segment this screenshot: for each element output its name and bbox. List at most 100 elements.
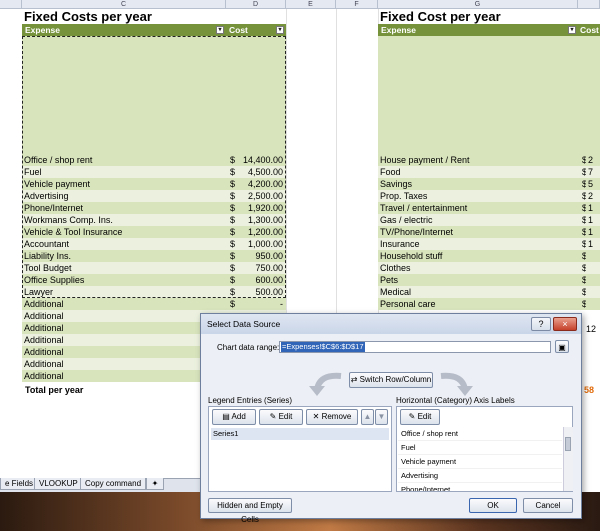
left-expense-cell[interactable]: Office / shop rent — [22, 154, 226, 166]
left-expense-cell[interactable]: Additional — [22, 298, 226, 310]
left-expense-cell[interactable]: Additional — [22, 358, 226, 370]
move-down-icon[interactable]: ▼ — [375, 409, 388, 425]
left-currency-cell[interactable]: $ — [226, 166, 236, 178]
right-expense-cell[interactable]: Food — [378, 166, 578, 178]
left-currency-cell[interactable]: $ — [226, 202, 236, 214]
right-cost-cell[interactable] — [586, 262, 600, 274]
left-cost-cell[interactable]: 950.00 — [236, 250, 286, 262]
left-cost-cell[interactable]: 1,920.00 — [236, 202, 286, 214]
left-cost-cell[interactable]: 1,200.00 — [236, 226, 286, 238]
collapse-range-icon[interactable]: ▣ — [555, 340, 569, 353]
right-expense-cell[interactable]: Gas / electric — [378, 214, 578, 226]
right-currency-cell[interactable]: $ — [578, 262, 586, 274]
sheet-tab-vlookup[interactable]: VLOOKUP — [34, 478, 83, 490]
right-cost-cell[interactable]: 1 — [586, 202, 600, 214]
left-expense-cell[interactable]: Liability Ins. — [22, 250, 226, 262]
left-expense-cell[interactable]: Lawyer — [22, 286, 226, 298]
edit-series-button[interactable]: ✎ Edit — [259, 409, 303, 425]
left-cost-cell[interactable]: 14,400.00 — [236, 154, 286, 166]
right-expense-cell[interactable]: Personal care — [378, 298, 578, 310]
chart-range-input[interactable]: =Expenses!$C$6:$D$17 — [279, 341, 551, 353]
right-cost-cell[interactable] — [586, 250, 600, 262]
left-cost-cell[interactable]: 4,500.00 — [236, 166, 286, 178]
sheet-tab-copy-command[interactable]: Copy command — [80, 478, 147, 490]
right-currency-cell[interactable]: $ — [578, 238, 586, 250]
help-button[interactable]: ? — [531, 317, 551, 331]
scrollbar-thumb[interactable] — [565, 437, 571, 451]
ok-button[interactable]: OK — [469, 498, 517, 513]
right-expense-cell[interactable]: Clothes — [378, 262, 578, 274]
left-expense-cell[interactable]: Office Supplies — [22, 274, 226, 286]
add-series-button[interactable]: ▤ Add — [212, 409, 256, 425]
left-currency-cell[interactable]: $ — [226, 226, 236, 238]
column-header-corner[interactable] — [0, 0, 22, 9]
left-cost-cell[interactable]: 1,300.00 — [236, 214, 286, 226]
left-expense-cell[interactable]: Additional — [22, 322, 226, 334]
right-currency-cell[interactable]: $ — [578, 226, 586, 238]
switch-row-column-button[interactable]: ⇄ Switch Row/Column — [349, 372, 433, 388]
series-list-item[interactable]: Series1 — [211, 428, 389, 440]
right-currency-cell[interactable]: $ — [578, 250, 586, 262]
left-currency-cell[interactable]: $ — [226, 262, 236, 274]
right-expense-cell[interactable]: Travel / entertainment — [378, 202, 578, 214]
left-expense-cell[interactable]: Additional — [22, 346, 226, 358]
hidden-empty-cells-button[interactable]: Hidden and Empty Cells — [208, 498, 292, 524]
right-expense-cell[interactable]: Household stuff — [378, 250, 578, 262]
filter-dropdown-icon[interactable]: ▾ — [568, 26, 576, 34]
column-header-f[interactable]: F — [336, 0, 378, 9]
right-currency-cell[interactable]: $ — [578, 298, 586, 310]
insert-sheet-icon[interactable]: ✦ — [146, 478, 164, 490]
right-currency-cell[interactable]: $ — [578, 178, 586, 190]
right-expense-cell[interactable]: Pets — [378, 274, 578, 286]
right-expense-cell[interactable]: Prop. Taxes — [378, 190, 578, 202]
left-expense-cell[interactable]: Additional — [22, 370, 226, 382]
right-cost-cell[interactable] — [586, 286, 600, 298]
right-expense-cell[interactable]: Savings — [378, 178, 578, 190]
right-expense-cell[interactable]: Insurance — [378, 238, 578, 250]
left-header-cost[interactable]: Cost ▾ — [226, 24, 286, 36]
right-cost-cell[interactable]: 2 — [586, 190, 600, 202]
sheet-tab-fields[interactable]: e Fields — [0, 478, 39, 490]
left-expense-cell[interactable]: Vehicle & Tool Insurance — [22, 226, 226, 238]
left-header-expense[interactable]: Expense ▾ — [22, 24, 226, 36]
axis-label-item[interactable]: Office / shop rent — [398, 427, 562, 441]
dialog-title-bar[interactable]: Select Data Source — [201, 314, 581, 334]
right-currency-cell[interactable]: $ — [578, 274, 586, 286]
right-currency-cell[interactable]: $ — [578, 214, 586, 226]
axis-label-item[interactable]: Vehicle payment — [398, 455, 562, 469]
left-expense-cell[interactable]: Additional — [22, 310, 226, 322]
left-currency-cell[interactable]: $ — [226, 250, 236, 262]
right-cost-cell[interactable]: 7 — [586, 166, 600, 178]
left-expense-cell[interactable]: Vehicle payment — [22, 178, 226, 190]
right-currency-cell[interactable]: $ — [578, 190, 586, 202]
right-currency-cell[interactable]: $ — [578, 286, 586, 298]
right-header-expense[interactable]: Expense ▾ — [378, 24, 578, 36]
column-header-d[interactable]: D — [226, 0, 286, 9]
axis-list-scrollbar[interactable] — [563, 427, 573, 491]
right-cost-cell[interactable] — [586, 274, 600, 286]
left-cost-cell[interactable]: 600.00 — [236, 274, 286, 286]
left-currency-cell[interactable]: $ — [226, 190, 236, 202]
axis-label-item[interactable]: Phone/Internet — [398, 483, 562, 491]
left-cost-cell[interactable]: 1,000.00 — [236, 238, 286, 250]
right-cost-cell[interactable]: 5 — [586, 178, 600, 190]
right-expense-cell[interactable]: House payment / Rent — [378, 154, 578, 166]
axis-label-item[interactable]: Fuel — [398, 441, 562, 455]
left-expense-cell[interactable]: Accountant — [22, 238, 226, 250]
right-cost-cell[interactable]: 1 — [586, 238, 600, 250]
move-up-icon[interactable]: ▲ — [361, 409, 374, 425]
right-cost-cell[interactable] — [586, 298, 600, 310]
left-currency-cell[interactable]: $ — [226, 238, 236, 250]
right-cost-cell[interactable]: 2 — [586, 154, 600, 166]
right-cost-cell[interactable]: 1 — [586, 226, 600, 238]
right-currency-cell[interactable]: $ — [578, 202, 586, 214]
left-currency-cell[interactable]: $ — [226, 154, 236, 166]
left-cost-cell[interactable]: - — [236, 298, 286, 310]
filter-dropdown-icon[interactable]: ▾ — [216, 26, 224, 34]
left-expense-cell[interactable]: Tool Budget — [22, 262, 226, 274]
column-header-h[interactable] — [578, 0, 600, 9]
right-header-cost[interactable]: Cost — [578, 24, 600, 36]
remove-series-button[interactable]: ✕ Remove — [306, 409, 358, 425]
left-currency-cell[interactable]: $ — [226, 178, 236, 190]
left-expense-cell[interactable]: Workmans Comp. Ins. — [22, 214, 226, 226]
